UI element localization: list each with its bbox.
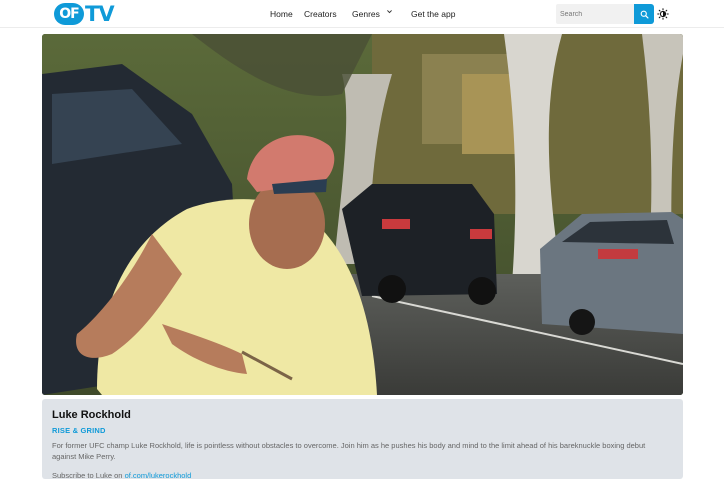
theme-toggle-button[interactable] — [656, 6, 670, 22]
logo-of-mark: OF — [54, 3, 84, 25]
logo-tv-text: TV — [85, 2, 115, 26]
nav-genres[interactable]: Genres — [352, 9, 380, 19]
episode-info-panel: Luke Rockhold RISE & GRIND For former UF… — [42, 399, 683, 479]
nav-get-the-app[interactable]: Get the app — [411, 9, 455, 19]
video-frame-image — [42, 34, 683, 395]
search-input[interactable] — [556, 4, 634, 24]
episode-title: Luke Rockhold — [52, 409, 131, 421]
video-player[interactable] — [42, 34, 683, 395]
search-button[interactable] — [634, 4, 654, 24]
subscribe-text: Subscribe to Luke on — [52, 471, 123, 479]
chevron-down-icon[interactable] — [386, 8, 393, 17]
oftv-logo[interactable]: OF TV — [54, 2, 115, 26]
search-icon — [640, 10, 649, 19]
top-navigation-bar: OF TV Home Creators Genres Get the app — [0, 0, 724, 28]
episode-description: For former UFC champ Luke Rockhold, life… — [52, 441, 646, 461]
creator-profile-link[interactable]: of.com/lukerockhold — [125, 471, 192, 479]
nav-creators[interactable]: Creators — [304, 9, 337, 19]
nav-home[interactable]: Home — [270, 9, 293, 19]
subscribe-line: Subscribe to Luke on of.com/lukerockhold — [52, 471, 673, 479]
sun-icon — [657, 8, 669, 20]
show-name-link[interactable]: RISE & GRIND — [52, 426, 673, 435]
